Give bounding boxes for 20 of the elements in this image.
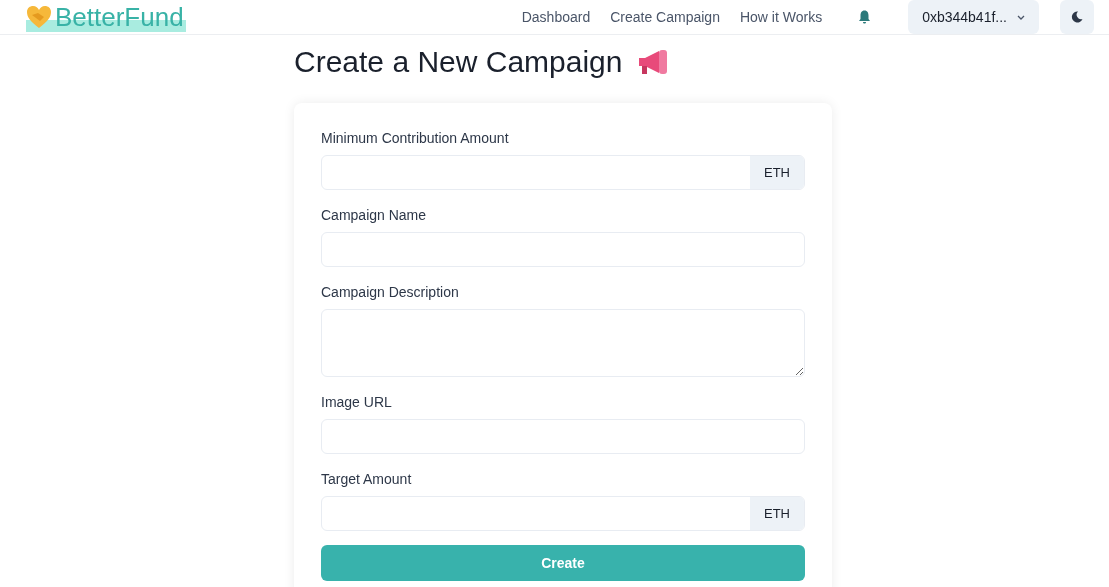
nav-link[interactable]: How it Works: [739, 6, 823, 28]
account-dropdown[interactable]: 0xb344b41f...: [908, 0, 1039, 34]
chevron-down-icon: [1017, 14, 1025, 20]
input-field[interactable]: ETH: [321, 155, 805, 190]
theme-toggle-button[interactable]: [1060, 0, 1094, 34]
bell-icon[interactable]: [858, 10, 872, 24]
field-label: Campaign Name: [321, 206, 428, 224]
field-label: Target Amount: [321, 470, 413, 488]
input-field[interactable]: ETH: [321, 496, 805, 531]
megaphone-icon: [636, 49, 669, 75]
nav-link[interactable]: Dashboard: [521, 6, 591, 28]
textarea-field[interactable]: [321, 309, 805, 377]
nav-link[interactable]: Create Campaign: [610, 6, 720, 28]
field-label: Minimum Contribution Amount: [321, 129, 510, 147]
unit-addon: ETH: [750, 156, 804, 189]
field-label: Image URL: [321, 393, 393, 411]
field-label: Campaign Description: [321, 283, 460, 301]
unit-addon: ETH: [750, 497, 804, 530]
moon-icon: [1071, 11, 1083, 23]
page-title: Create a New Campaign: [294, 44, 623, 80]
